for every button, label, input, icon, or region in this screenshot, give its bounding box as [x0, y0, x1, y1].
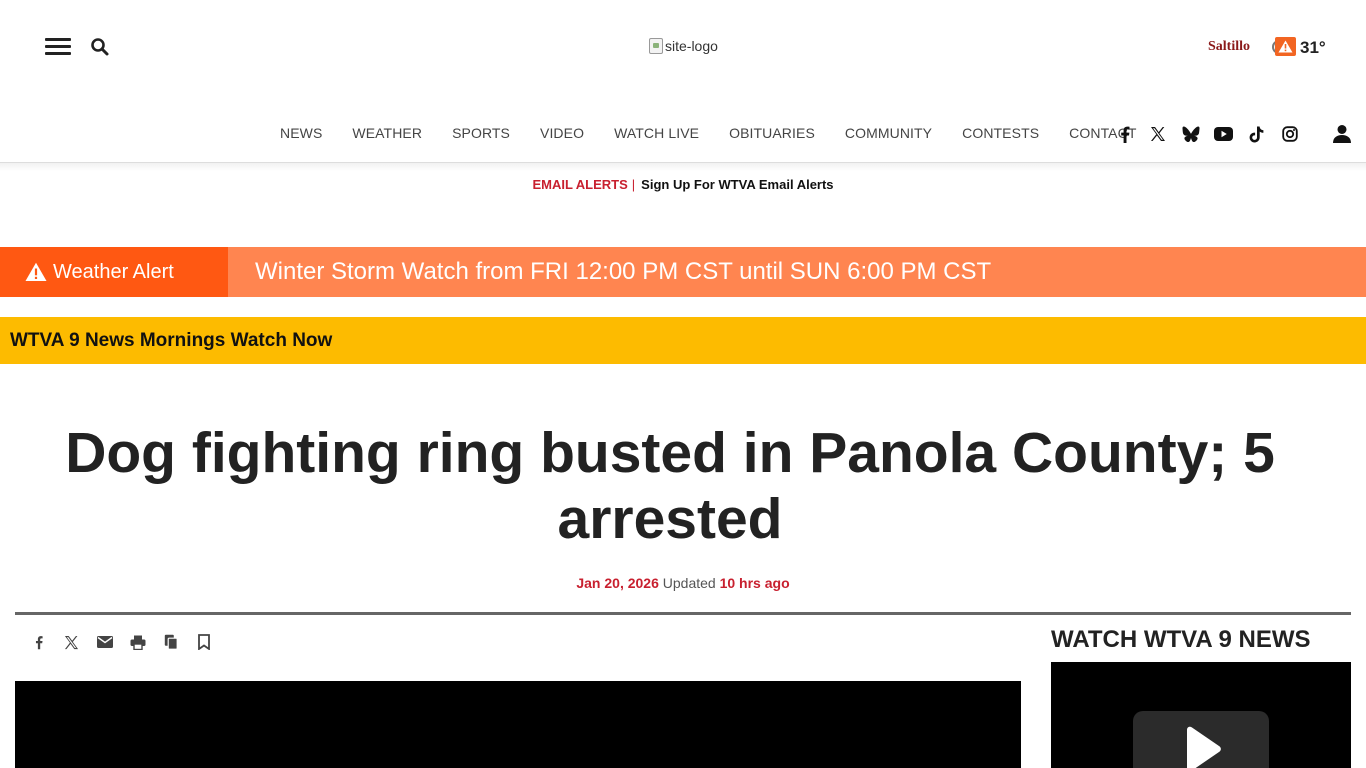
- nav-watch-live[interactable]: WATCH LIVE: [599, 125, 714, 141]
- email-alerts-bar: EMAIL ALERTS | Sign Up For WTVA Email Aler…: [0, 177, 1366, 192]
- updated-time: 10 hrs ago: [719, 575, 790, 591]
- share-tools: [22, 632, 220, 652]
- weather-alert-message[interactable]: Winter Storm Watch from FRI 12:00 PM CST…: [228, 247, 991, 297]
- weather-alert-label: Weather Alert: [53, 260, 174, 283]
- header-shadow: [0, 163, 1366, 171]
- menu-line: [45, 52, 71, 55]
- copy-icon[interactable]: [154, 632, 187, 652]
- search-icon[interactable]: [90, 37, 110, 57]
- sidebar-video-player[interactable]: [1051, 662, 1351, 768]
- play-button[interactable]: [1133, 711, 1269, 768]
- menu-button[interactable]: [45, 38, 71, 57]
- social-links: [1108, 123, 1306, 145]
- play-icon: [1187, 726, 1221, 768]
- weather-alert-icon: [1275, 36, 1296, 56]
- nav-obituaries[interactable]: OBITUARIES: [714, 125, 830, 141]
- email-icon[interactable]: [88, 632, 121, 652]
- article-video-player[interactable]: [15, 681, 1021, 768]
- warning-icon: [25, 262, 47, 281]
- x-icon[interactable]: [55, 632, 88, 652]
- sidebar-title: WATCH WTVA 9 NEWS: [1051, 626, 1311, 653]
- weather-city[interactable]: Saltillo: [1208, 39, 1250, 55]
- main-nav: NEWS WEATHER SPORTS VIDEO WATCH LIVE OBI…: [265, 125, 1151, 141]
- publish-date: Jan 20, 2026: [576, 575, 659, 591]
- email-alerts-separator: |: [631, 177, 636, 192]
- updated-label: Updated: [662, 575, 716, 591]
- print-icon[interactable]: [121, 632, 154, 652]
- nav-community[interactable]: COMMUNITY: [830, 125, 947, 141]
- site-logo[interactable]: site-logo: [649, 38, 718, 54]
- facebook-icon[interactable]: [1108, 123, 1141, 145]
- tiktok-icon[interactable]: [1240, 123, 1273, 145]
- weather-alert-tag: Weather Alert: [0, 247, 228, 297]
- user-account-icon[interactable]: [1332, 124, 1352, 144]
- email-alerts-label: EMAIL ALERTS: [532, 177, 628, 192]
- temperature: 31°: [1300, 38, 1326, 57]
- content-divider: [15, 612, 1351, 615]
- nav-weather[interactable]: WEATHER: [337, 125, 437, 141]
- nav-news[interactable]: NEWS: [265, 125, 337, 141]
- article-dateline: Jan 20, 2026 Updated 10 hrs ago: [0, 575, 1366, 591]
- bookmark-icon[interactable]: [187, 632, 220, 652]
- instagram-icon[interactable]: [1273, 123, 1306, 145]
- article-headline: Dog fighting ring busted in Panola Count…: [65, 421, 1275, 551]
- bluesky-icon[interactable]: [1174, 123, 1207, 145]
- facebook-icon[interactable]: [22, 632, 55, 652]
- x-icon[interactable]: [1141, 123, 1174, 145]
- weather-widget[interactable]: 31°: [1272, 34, 1326, 58]
- nav-video[interactable]: VIDEO: [525, 125, 599, 141]
- site-logo-alt: site-logo: [665, 38, 718, 54]
- email-alerts-signup-link[interactable]: Sign Up For WTVA Email Alerts: [641, 177, 833, 192]
- watch-now-banner[interactable]: WTVA 9 News Mornings Watch Now: [0, 317, 1366, 364]
- broken-image-icon: [649, 38, 663, 54]
- nav-contests[interactable]: CONTESTS: [947, 125, 1054, 141]
- youtube-icon[interactable]: [1207, 123, 1240, 145]
- menu-line: [45, 45, 71, 48]
- weather-alert-bar[interactable]: Weather Alert Winter Storm Watch from FR…: [0, 247, 1366, 297]
- menu-line: [45, 38, 71, 41]
- nav-sports[interactable]: SPORTS: [437, 125, 525, 141]
